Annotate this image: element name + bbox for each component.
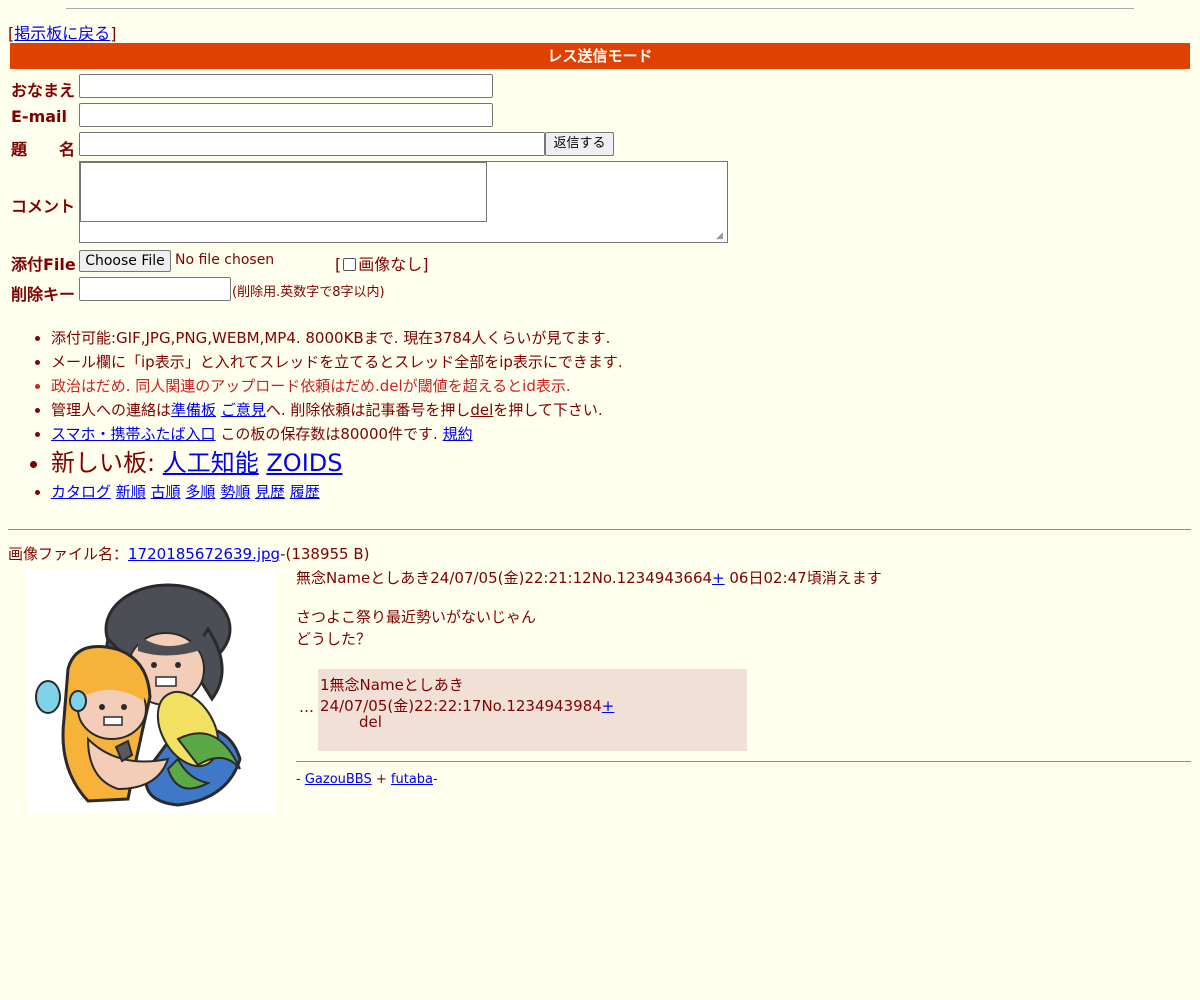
op-line-2: どうした？ <box>296 630 372 648</box>
sort-links: カタログ 新順 古順 多順 勢順 見歴 履歴 <box>51 480 623 504</box>
mobile-entry-link[interactable]: スマホ・携帯ふたば入口 <box>51 425 216 443</box>
gazoubbs-link[interactable]: GazouBBS <box>305 772 372 787</box>
futaba-link[interactable]: futaba <box>391 772 433 787</box>
thread-divider <box>8 529 1191 530</box>
terms-link[interactable]: 規約 <box>443 425 473 443</box>
contact-text-post: を押して下さい. <box>493 401 603 419</box>
op-post-body: さつよこ祭り最近勢いがないじゃん どうした？ <box>296 606 536 650</box>
catalog-link[interactable]: カタログ <box>51 483 111 501</box>
feedback-link[interactable]: ご意見 <box>221 401 266 419</box>
back-to-board-link[interactable]: 掲示板に戻る <box>14 24 110 43</box>
delete-key-input[interactable] <box>79 277 231 301</box>
omitted-marker: … <box>299 698 314 716</box>
contact-text-mid: へ. 削除依頼は記事番号を押し <box>265 401 471 419</box>
reply-plus-link[interactable]: + <box>602 697 615 715</box>
rule-contact: 管理人への連絡は準備板 ご意見へ. 削除依頼は記事番号を押しdelを押して下さい… <box>51 398 623 422</box>
footer-suffix: - <box>433 772 438 787</box>
post-history-link[interactable]: 履歴 <box>290 483 320 501</box>
footer-credits: - GazouBBS + futaba- <box>296 772 438 787</box>
delete-key-hint: (削除用.英数字で8字以内) <box>232 285 385 300</box>
reply-header: 1無念Nameとしあき24/07/05(金)22:22:17No.1234943… <box>320 674 747 716</box>
new-boards-label: 新しい板: <box>51 449 163 477</box>
no-image-label: 画像なし <box>358 255 423 274</box>
submit-reply-button[interactable]: 返信する <box>545 132 614 156</box>
no-image-checkbox[interactable] <box>343 258 357 271</box>
rule-mobile: スマホ・携帯ふたば入口 この板の保存数は80000件です. 規約 <box>51 422 623 446</box>
file-label-text: 画像ファイル名： <box>8 545 129 563</box>
reply-meta: 1無念Nameとしあき24/07/05(金)22:22:17No.1234943… <box>320 676 602 715</box>
no-image-option[interactable]: [画像なし] <box>335 251 429 275</box>
comment-textarea-inner[interactable] <box>80 162 487 222</box>
choose-file-button[interactable]: Choose File <box>79 250 171 272</box>
comment-label: コメント <box>11 197 76 216</box>
no-file-text: No file chosen <box>175 252 275 268</box>
footer-divider <box>296 761 1191 762</box>
image-file-link[interactable]: 1720185672639.jpg <box>128 545 280 563</box>
rule-prohibited: 政治はだめ. 同人関連のアップロード依頼はだめ.delが閾値を超えるとid表示. <box>51 374 623 398</box>
file-label: 添付File <box>11 255 76 274</box>
board-rules-list: 添付可能:GIF,JPG,PNG,WEBM,MP4. 8000KBまで. 現在3… <box>0 326 623 504</box>
storage-text: この板の保存数は80000件です. <box>215 425 443 443</box>
subject-input[interactable] <box>79 132 545 156</box>
reply-body: del <box>359 713 382 731</box>
subject-label: 題 名 <box>11 140 76 159</box>
sort-many-link[interactable]: 多順 <box>185 483 215 501</box>
name-input[interactable] <box>79 74 493 98</box>
email-input[interactable] <box>79 103 493 127</box>
footer-prefix: - <box>296 772 305 787</box>
op-meta: 無念Nameとしあき24/07/05(金)22:21:12No.12349436… <box>296 569 713 587</box>
reply-mode-bar: レス送信モード <box>10 43 1190 69</box>
top-divider <box>66 8 1134 9</box>
thread-image-thumbnail[interactable] <box>28 569 276 813</box>
file-size: -(138955 B) <box>280 545 370 563</box>
op-post-header: 無念Nameとしあき24/07/05(金)22:21:12No.12349436… <box>296 567 882 588</box>
rule-ip-display: メール欄に「ip表示」と入れてスレッドを立てるとスレッド全部をip表示にできます… <box>51 350 623 374</box>
op-plus-link[interactable]: + <box>712 569 725 587</box>
resize-handle-icon[interactable]: ◢ <box>716 231 726 241</box>
email-label: E-mail <box>11 107 68 126</box>
illustration-image <box>35 583 242 807</box>
rule-upload: 添付可能:GIF,JPG,PNG,WEBM,MP4. 8000KBまで. 現在3… <box>51 326 623 350</box>
del-text: del <box>470 401 494 419</box>
footer-sep: + <box>371 772 391 787</box>
sort-momentum-link[interactable]: 勢順 <box>220 483 250 501</box>
op-expire: 06日02:47頃消えます <box>724 569 882 587</box>
name-label: おなまえ <box>11 81 76 100</box>
ai-board-link[interactable]: 人工知能 <box>163 449 259 477</box>
back-nav: [掲示板に戻る] <box>8 24 117 43</box>
image-file-info: 画像ファイル名：1720185672639.jpg-(138955 B) <box>8 543 370 564</box>
reply-post: 1無念Nameとしあき24/07/05(金)22:22:17No.1234943… <box>318 669 747 751</box>
sort-new-link[interactable]: 新順 <box>116 483 146 501</box>
contact-text: 管理人への連絡は <box>51 401 172 419</box>
viewed-history-link[interactable]: 見歴 <box>255 483 285 501</box>
op-line-1: さつよこ祭り最近勢いがないじゃん <box>296 608 537 626</box>
new-boards: 新しい板: 人工知能 ZOIDS <box>51 446 623 480</box>
prep-board-link[interactable]: 準備板 <box>171 401 216 419</box>
zoids-board-link[interactable]: ZOIDS <box>266 449 342 477</box>
sort-old-link[interactable]: 古順 <box>151 483 181 501</box>
delete-key-label: 削除キー <box>11 285 76 304</box>
